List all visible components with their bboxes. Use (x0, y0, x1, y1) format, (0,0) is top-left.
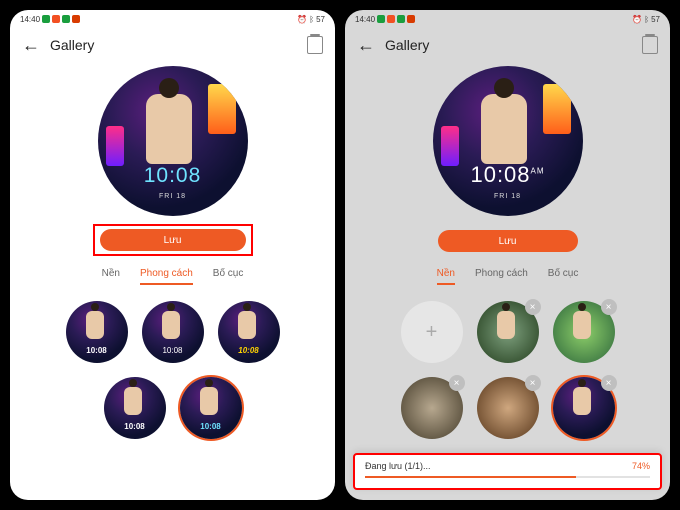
status-icon (72, 15, 80, 23)
tab-bocuc[interactable]: Bố cục (548, 268, 579, 285)
plus-icon: + (426, 321, 438, 344)
progress-percent: 74% (632, 461, 650, 471)
neon-decor (106, 126, 124, 166)
back-button[interactable]: ← (22, 35, 40, 56)
style-thumbnails: 10:08 10:08 10:08 10:08 10:08 (10, 293, 335, 447)
watchface-preview: 10:08AM FRI 18 (433, 66, 583, 216)
thumb-time: 10:08 (66, 346, 128, 355)
top-bar: ← Gallery (10, 28, 335, 62)
tab-nen[interactable]: Nền (102, 268, 120, 285)
status-icon (387, 15, 395, 23)
tab-phongcach[interactable]: Phong cách (140, 268, 193, 285)
bg-thumb-wrap: × (553, 377, 615, 439)
tab-bocuc[interactable]: Bố cục (213, 268, 244, 285)
progress-label: Đang lưu (1/1)... (365, 461, 431, 471)
remove-bg-button[interactable]: × (525, 375, 541, 391)
phone-screen-right: 14:40 ⏰ ᛒ 57 ← Gallery 10:08AM FRI 18 Lư… (345, 10, 670, 500)
background-thumbnails: + × × × × × (345, 293, 670, 447)
thumb-time: 10:08 (104, 422, 166, 431)
tabs: Nền Phong cách Bố cục (345, 258, 670, 293)
status-time: 14:40 (20, 15, 40, 24)
watchface-preview-wrap: 10:08AM FRI 18 (345, 62, 670, 216)
clock-date: FRI 18 (98, 193, 248, 200)
alarm-icon: ⏰ (632, 15, 642, 24)
progress-fill (365, 476, 576, 478)
style-thumb[interactable]: 10:08 (218, 301, 280, 363)
person-figure (481, 94, 527, 164)
clock-date: FRI 18 (433, 193, 583, 200)
status-bar: 14:40 ⏰ ᛒ 57 (345, 10, 670, 28)
status-icon (52, 15, 60, 23)
style-thumb[interactable]: 10:08 (104, 377, 166, 439)
remove-bg-button[interactable]: × (601, 299, 617, 315)
top-bar: ← Gallery (345, 28, 670, 62)
page-title: Gallery (385, 37, 632, 53)
back-button[interactable]: ← (357, 35, 375, 56)
status-icon (397, 15, 405, 23)
bg-thumb-wrap: × (401, 377, 463, 439)
save-wrap: Lưu (345, 216, 670, 258)
save-button[interactable]: Lưu (100, 229, 246, 251)
clock-time: 10:08AM (433, 162, 583, 188)
tab-nen[interactable]: Nền (437, 268, 455, 285)
tabs: Nền Phong cách Bố cục (10, 258, 335, 293)
bluetooth-icon: ᛒ (309, 15, 314, 24)
delete-button[interactable] (307, 36, 323, 54)
remove-bg-button[interactable]: × (449, 375, 465, 391)
watchface-preview-wrap: 10:08 FRI 18 (10, 62, 335, 216)
thumb-time: 10:08 (218, 346, 280, 355)
thumb-time: 10:08 (142, 346, 204, 355)
alarm-icon: ⏰ (297, 15, 307, 24)
status-time: 14:40 (355, 15, 375, 24)
status-icon (407, 15, 415, 23)
remove-bg-button[interactable]: × (601, 375, 617, 391)
phone-screen-left: 14:40 ⏰ ᛒ 57 ← Gallery 10:08 FRI 18 Lưu … (10, 10, 335, 500)
watchface-preview: 10:08 FRI 18 (98, 66, 248, 216)
neon-decor (208, 84, 236, 134)
status-icon (42, 15, 50, 23)
page-title: Gallery (50, 37, 297, 53)
tab-phongcach[interactable]: Phong cách (475, 268, 528, 285)
status-bar: 14:40 ⏰ ᛒ 57 (10, 10, 335, 28)
status-icon (62, 15, 70, 23)
style-thumb-selected[interactable]: 10:08 (180, 377, 242, 439)
saving-progress-sheet: Đang lưu (1/1)... 74% (353, 453, 662, 490)
style-thumb[interactable]: 10:08 (142, 301, 204, 363)
person-figure (146, 94, 192, 164)
style-thumb[interactable]: 10:08 (66, 301, 128, 363)
neon-decor (441, 126, 459, 166)
battery-icon: 57 (316, 15, 325, 24)
bg-thumb-wrap: × (553, 301, 615, 363)
bg-thumb-wrap: × (477, 301, 539, 363)
highlight-annotation: Lưu (93, 224, 253, 256)
clock-time: 10:08 (98, 164, 248, 188)
neon-decor (543, 84, 571, 134)
bg-thumb-wrap: × (477, 377, 539, 439)
bluetooth-icon: ᛒ (644, 15, 649, 24)
progress-bar (365, 476, 650, 478)
status-icon (377, 15, 385, 23)
battery-icon: 57 (651, 15, 660, 24)
remove-bg-button[interactable]: × (525, 299, 541, 315)
save-button[interactable]: Lưu (438, 230, 578, 252)
thumb-time: 10:08 (180, 422, 242, 431)
delete-button[interactable] (642, 36, 658, 54)
add-background-button[interactable]: + (401, 301, 463, 363)
